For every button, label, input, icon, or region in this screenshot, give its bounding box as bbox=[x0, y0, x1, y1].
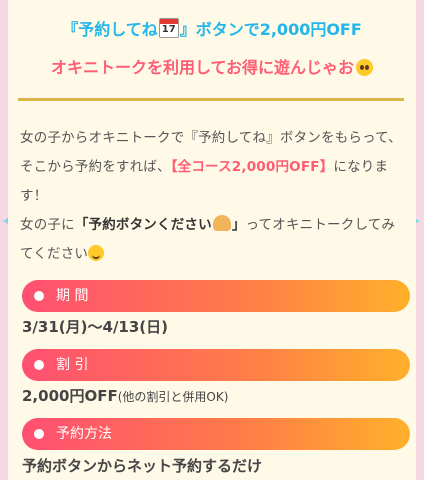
headline-okini-talk: オキニトークを利用してお得に遊んじゃお bbox=[8, 54, 416, 78]
description-paragraph: 女の子からオキニトークで『予約してね』ボタンをもらって、そこから予約をすれば、【… bbox=[20, 124, 406, 269]
section-label: 割 引 bbox=[56, 357, 89, 373]
headline-part-1: 『予約してね bbox=[62, 20, 158, 39]
discount-highlight: 【全コース2,000円OFF】 bbox=[170, 159, 334, 175]
period-value: 3/31(月)〜4/13(日) bbox=[22, 316, 168, 337]
bullet-dot-icon bbox=[34, 291, 44, 301]
smiling-face-icon bbox=[88, 245, 105, 261]
gold-divider bbox=[18, 98, 404, 101]
reserve-button-request-end: 」 bbox=[231, 217, 246, 233]
pleading-face-icon bbox=[356, 59, 374, 76]
section-header-period: 期 間 bbox=[22, 280, 410, 312]
description-text-3: 女の子に bbox=[20, 217, 75, 233]
headline-part-2: 』ボタンで2,000円OFF bbox=[179, 20, 362, 39]
calendar-day: 17 bbox=[161, 24, 176, 35]
section-label: 予約方法 bbox=[56, 426, 112, 442]
headline-reserve-button-offer: 『予約してね 17 』ボタンで2,000円OFF bbox=[8, 16, 416, 40]
reservation-method-text: 予約ボタンからネット予約するだけ bbox=[22, 457, 263, 475]
period-text: 3/31(月)〜4/13(日) bbox=[22, 318, 169, 336]
reservation-method-value: 予約ボタンからネット予約するだけ bbox=[22, 455, 262, 476]
section-header-reservation-method: 予約方法 bbox=[22, 418, 410, 450]
discount-note: (他の割引と併用OK) bbox=[117, 390, 229, 404]
folded-hands-icon bbox=[212, 215, 231, 231]
reserve-button-request: 「予約ボタンください bbox=[74, 217, 212, 233]
calendar-icon: 17 bbox=[158, 18, 179, 38]
discount-value: 2,000円OFF(他の割引と併用OK) bbox=[22, 385, 228, 406]
bullet-dot-icon bbox=[34, 429, 44, 439]
discount-text: 2,000円OFF bbox=[22, 387, 118, 405]
headline-line-2: オキニトークを利用してお得に遊んじゃお bbox=[50, 58, 355, 77]
section-label: 期 間 bbox=[56, 288, 89, 304]
bullet-dot-icon bbox=[34, 360, 44, 370]
campaign-card: 『予約してね 17 』ボタンで2,000円OFF オキニトークを利用してお得に遊んじ… bbox=[8, 0, 416, 480]
section-header-discount: 割 引 bbox=[22, 349, 410, 381]
